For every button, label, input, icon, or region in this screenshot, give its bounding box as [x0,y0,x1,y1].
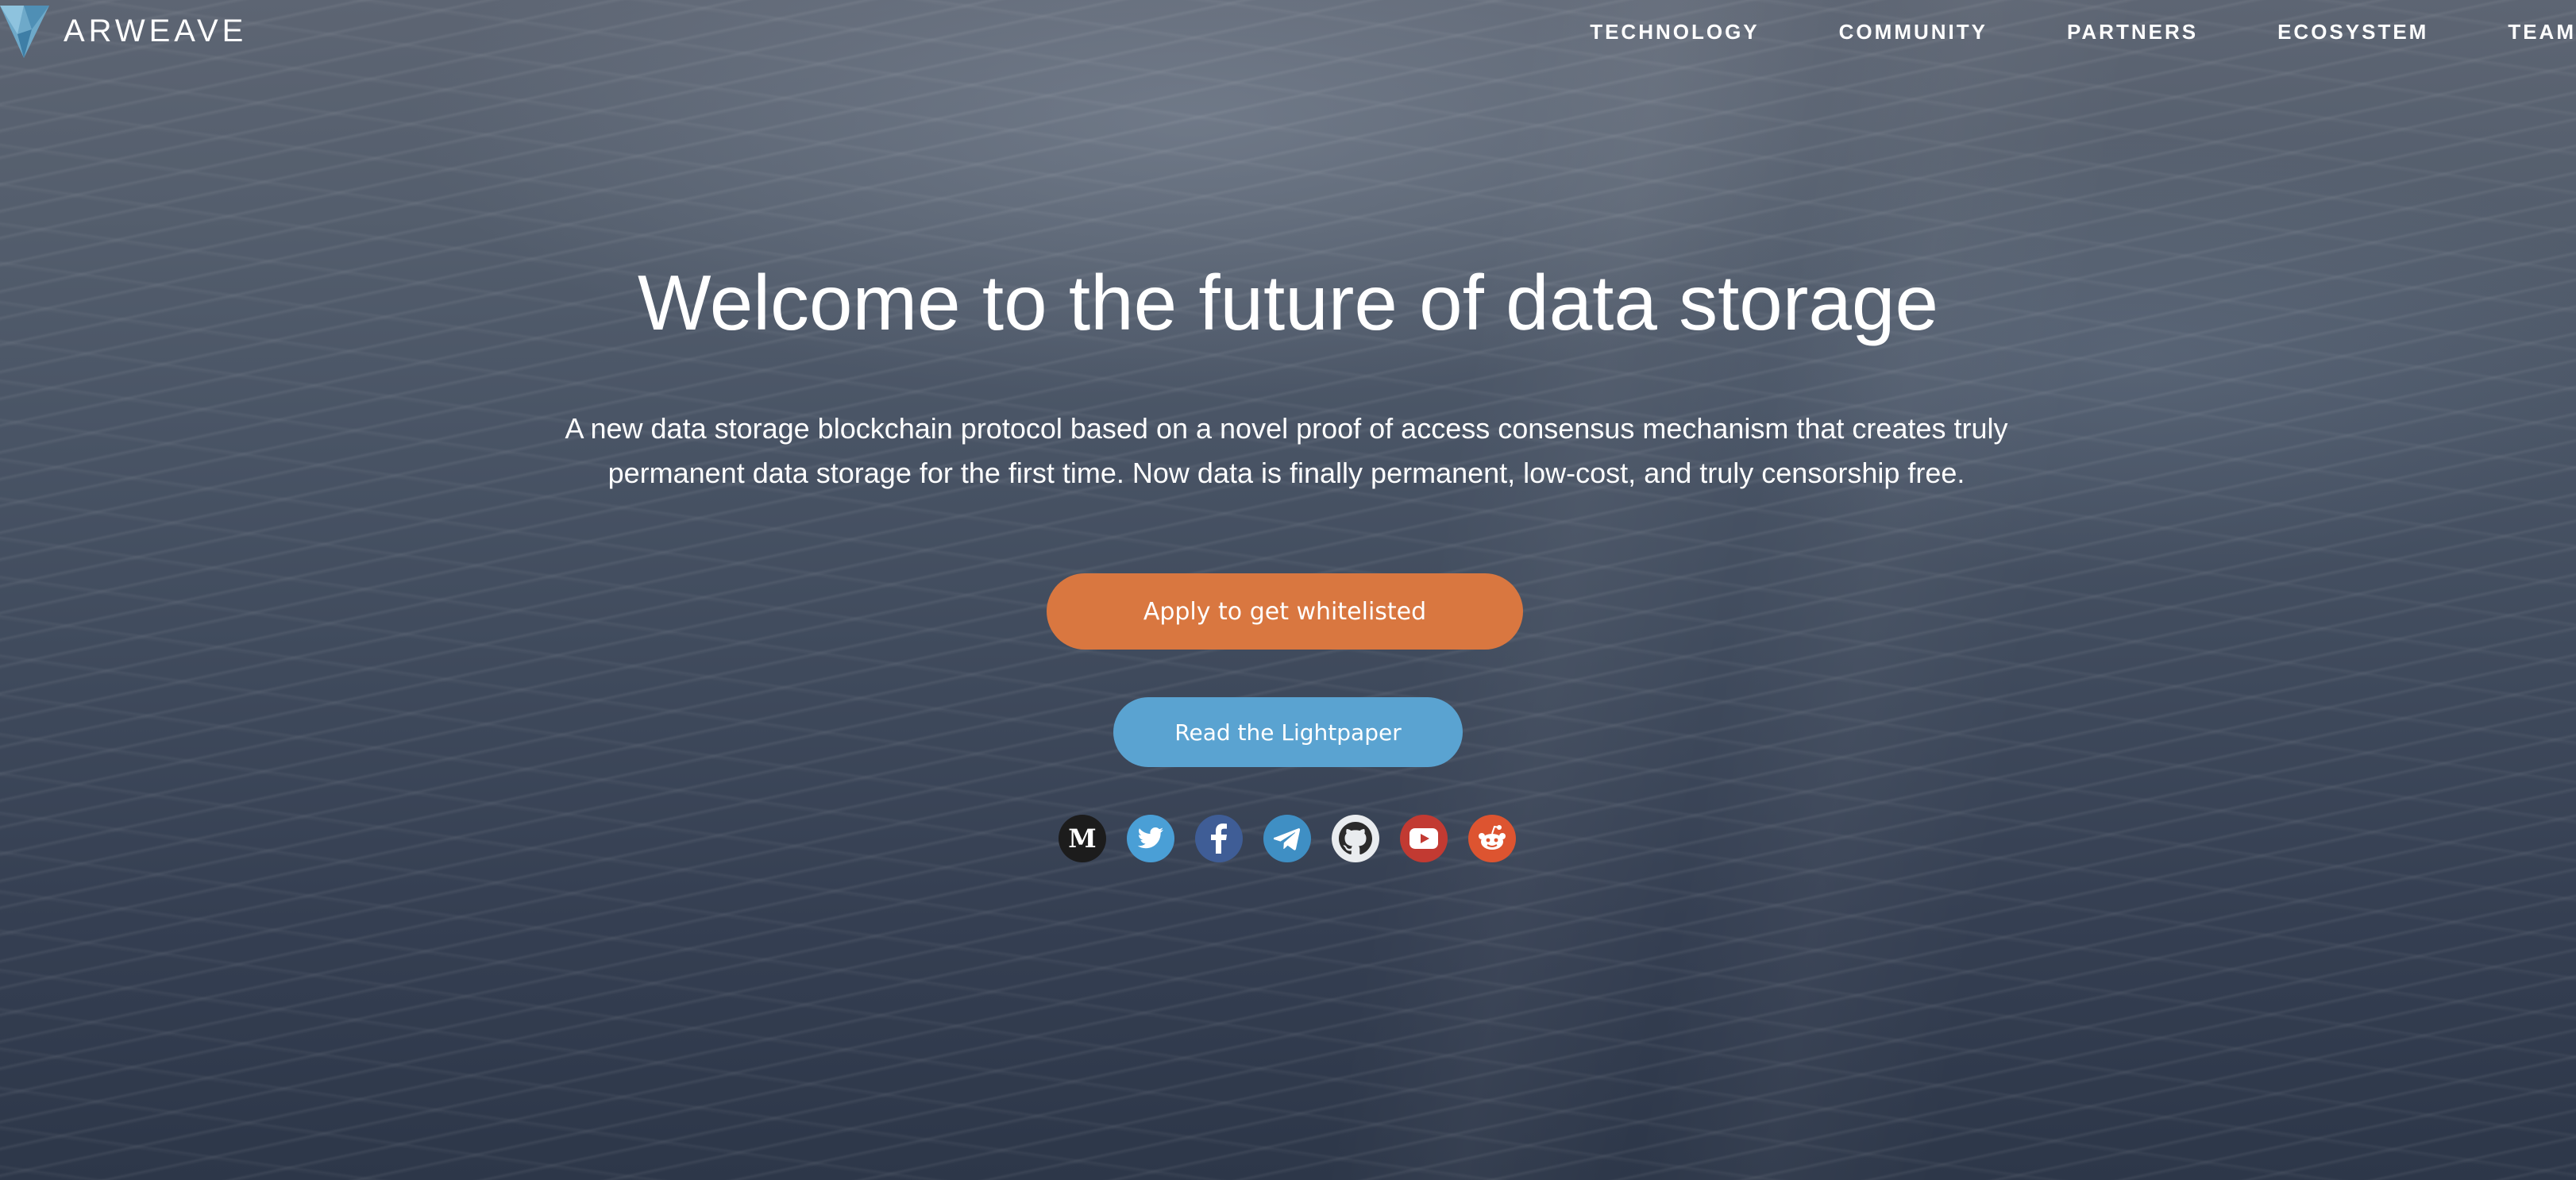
hero-subtitle: A new data storage blockchain protocol b… [540,407,2033,496]
brand-logo[interactable]: ARWEAVE [0,0,247,62]
medium-icon[interactable]: M [1059,815,1106,862]
brand-name: ARWEAVE [64,13,248,48]
twitter-icon[interactable] [1127,815,1174,862]
nav-partners[interactable]: PARTNERS [2067,20,2198,44]
hero-subtitle-line-1: A new data storage blockchain protocol b… [565,412,2008,445]
reddit-icon[interactable] [1468,815,1516,862]
nav-ecosystem[interactable]: ECOSYSTEM [2277,20,2428,44]
nav-team[interactable]: TEAM [2508,20,2576,44]
github-icon[interactable] [1332,815,1379,862]
landing-page: ARWEAVE TECHNOLOGY COMMUNITY PARTNERS EC… [0,0,2576,1180]
nav-community[interactable]: COMMUNITY [1839,20,1988,44]
facebook-icon[interactable] [1195,815,1243,862]
arweave-crystal-logo-icon [0,2,51,60]
hero-subtitle-line-2: permanent data storage for the first tim… [607,457,1965,489]
hero-title: Welcome to the future of data storage [638,259,1938,346]
apply-whitelist-button[interactable]: Apply to get whitelisted [1047,573,1523,650]
svg-text:M: M [1069,825,1096,852]
youtube-icon[interactable] [1400,815,1448,862]
telegram-icon[interactable] [1263,815,1311,862]
social-links: M [1059,815,1516,862]
read-lightpaper-button[interactable]: Read the Lightpaper [1113,697,1463,767]
nav-technology[interactable]: TECHNOLOGY [1590,20,1759,44]
main-nav: TECHNOLOGY COMMUNITY PARTNERS ECOSYSTEM … [1590,0,2576,64]
